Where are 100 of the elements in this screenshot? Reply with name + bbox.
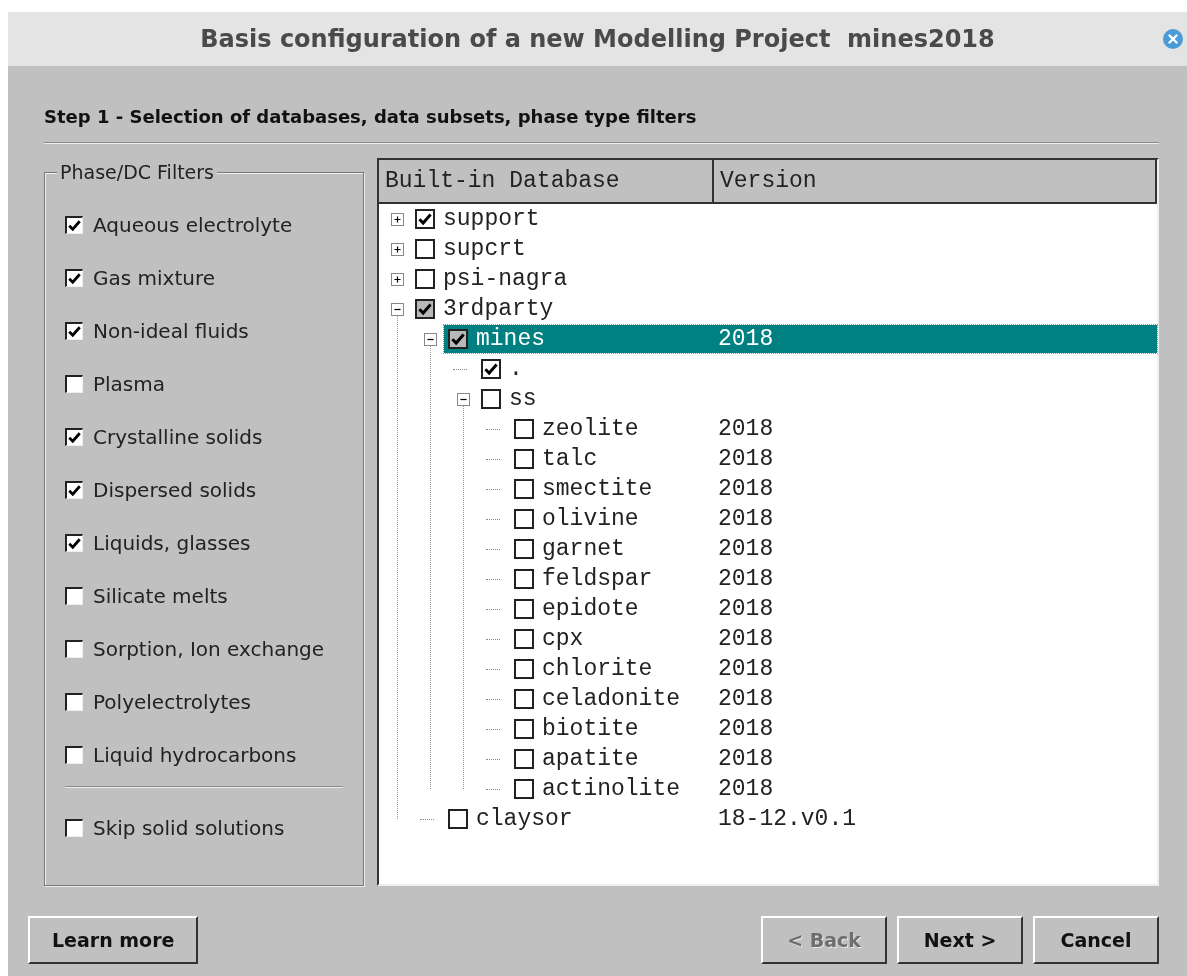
filter-checkbox[interactable]: Liquids, glasses <box>65 529 363 556</box>
filter-checkbox[interactable]: Skip solid solutions <box>65 814 363 841</box>
checkbox[interactable] <box>415 269 435 289</box>
item-version: 18-12.v0.1 <box>718 806 857 832</box>
expand-icon[interactable] <box>391 242 404 256</box>
checkbox[interactable] <box>448 329 468 349</box>
dialog-button[interactable]: Next > <box>897 916 1023 964</box>
checkbox[interactable] <box>514 479 534 499</box>
tree-item[interactable]: chlorite 2018 <box>510 655 1157 683</box>
filter-checkbox[interactable]: Non-ideal fluids <box>65 317 363 344</box>
tree-item[interactable]: ss <box>477 385 1157 413</box>
collapse-icon[interactable] <box>457 392 470 406</box>
expand-icon[interactable] <box>391 272 404 286</box>
item-version: 2018 <box>718 656 774 682</box>
checkbox[interactable] <box>65 215 83 234</box>
tree-item[interactable]: zeolite 2018 <box>510 415 1157 443</box>
item-version: 2018 <box>718 626 774 652</box>
tree-item[interactable]: garnet 2018 <box>510 535 1157 563</box>
tree-item[interactable]: 3rdparty <box>411 295 1157 323</box>
checkbox[interactable] <box>65 586 83 605</box>
column-header[interactable]: Built-in Database <box>379 160 714 202</box>
tree-item[interactable]: olivine 2018 <box>510 505 1157 533</box>
checkbox[interactable] <box>514 599 534 619</box>
tree-item[interactable]: mines 2018 <box>444 325 1157 353</box>
tree-item[interactable]: epidote 2018 <box>510 595 1157 623</box>
tree-item[interactable]: cpx 2018 <box>510 625 1157 653</box>
tree-item[interactable]: talc 2018 <box>510 445 1157 473</box>
item-name: biotite <box>542 716 640 742</box>
checkbox[interactable] <box>415 299 435 319</box>
expand-icon[interactable] <box>391 212 404 226</box>
item-version: 2018 <box>718 326 774 352</box>
item-version: 2018 <box>718 566 774 592</box>
collapse-icon[interactable] <box>424 332 437 346</box>
tree-item[interactable]: celadonite 2018 <box>510 685 1157 713</box>
step-heading: Step 1 - Selection of databases, data subsets, phase type filters <box>44 106 698 127</box>
check-icon <box>417 211 433 227</box>
checkbox[interactable] <box>65 639 83 658</box>
filter-checkbox[interactable]: Dispersed solids <box>65 476 363 503</box>
item-name: claysor <box>476 806 574 832</box>
checkbox[interactable] <box>514 419 534 439</box>
filter-checkbox[interactable]: Plasma <box>65 370 363 397</box>
checkbox[interactable] <box>65 374 83 393</box>
tree-item[interactable]: biotite 2018 <box>510 715 1157 743</box>
checkbox[interactable] <box>65 480 83 499</box>
item-name: celadonite <box>542 686 682 712</box>
checkbox[interactable] <box>65 533 83 552</box>
tree-item[interactable]: support <box>411 205 1157 233</box>
item-name: garnet <box>542 536 626 562</box>
collapse-icon[interactable] <box>391 302 404 316</box>
checkbox[interactable] <box>415 239 435 259</box>
item-name: smectite <box>542 476 654 502</box>
checkbox[interactable] <box>65 818 83 837</box>
item-name: chlorite <box>542 656 654 682</box>
column-header[interactable]: Version <box>714 160 1157 202</box>
checkbox[interactable] <box>481 389 501 409</box>
dialog-button[interactable]: Cancel <box>1033 916 1159 964</box>
tree-item[interactable]: claysor 18-12.v0.1 <box>444 805 1157 833</box>
filter-checkbox[interactable]: Crystalline solids <box>65 423 363 450</box>
item-name: actinolite <box>542 776 682 802</box>
checkbox[interactable] <box>415 209 435 229</box>
item-version: 2018 <box>718 536 774 562</box>
checkbox[interactable] <box>65 427 83 446</box>
filter-checkbox[interactable]: Polyelectrolytes <box>65 688 363 715</box>
checkbox[interactable] <box>448 809 468 829</box>
dialog-button[interactable]: Learn more <box>28 916 199 964</box>
checkbox[interactable] <box>514 719 534 739</box>
checkbox[interactable] <box>514 779 534 799</box>
item-name: psi-nagra <box>443 266 569 292</box>
tree-item[interactable]: supcrt <box>411 235 1157 263</box>
item-name: cpx <box>542 626 585 652</box>
checkbox[interactable] <box>514 449 534 469</box>
checkbox[interactable] <box>481 359 501 379</box>
checkbox[interactable] <box>514 689 534 709</box>
checkbox[interactable] <box>514 629 534 649</box>
filter-checkbox[interactable]: Aqueous electrolyte <box>65 211 363 238</box>
filter-checkbox[interactable]: Liquid hydrocarbons <box>65 741 363 768</box>
tree-item[interactable]: . <box>477 355 1157 383</box>
item-name: feldspar <box>542 566 654 592</box>
checkbox[interactable] <box>65 745 83 764</box>
checkbox[interactable] <box>65 268 83 287</box>
checkbox[interactable] <box>514 659 534 679</box>
item-version: 2018 <box>718 746 774 772</box>
check-icon <box>417 301 433 317</box>
checkbox[interactable] <box>65 321 83 340</box>
checkbox[interactable] <box>65 692 83 711</box>
item-name: . <box>509 356 524 382</box>
checkbox[interactable] <box>514 539 534 559</box>
tree-item[interactable]: feldspar 2018 <box>510 565 1157 593</box>
close-icon[interactable] <box>1163 29 1183 49</box>
tree-item[interactable]: smectite 2018 <box>510 475 1157 503</box>
filter-checkbox[interactable]: Silicate melts <box>65 582 363 609</box>
filter-checkbox[interactable]: Gas mixture <box>65 264 363 291</box>
checkbox[interactable] <box>514 509 534 529</box>
tree-item[interactable]: psi-nagra <box>411 265 1157 293</box>
item-name: support <box>443 206 541 232</box>
tree-item[interactable]: actinolite 2018 <box>510 775 1157 803</box>
filter-checkbox[interactable]: Sorption, Ion exchange <box>65 635 363 662</box>
checkbox[interactable] <box>514 569 534 589</box>
tree-item[interactable]: apatite 2018 <box>510 745 1157 773</box>
checkbox[interactable] <box>514 749 534 769</box>
